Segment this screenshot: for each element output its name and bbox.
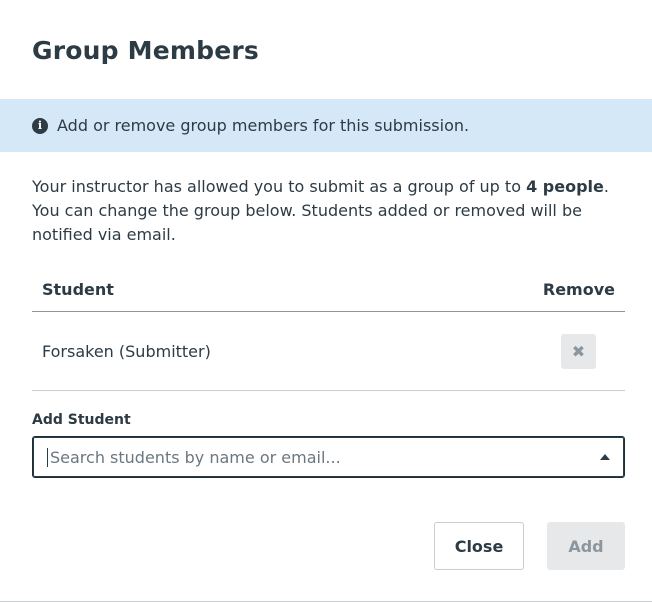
column-header-student: Student (42, 280, 114, 299)
student-search-input[interactable] (47, 447, 567, 467)
remove-student-button[interactable]: ✖ (561, 333, 596, 369)
column-header-remove: Remove (542, 280, 615, 299)
alert-text: Add or remove group members for this sub… (57, 116, 470, 135)
close-icon: ✖ (571, 341, 586, 361)
add-button[interactable]: Add (547, 522, 625, 570)
description-part1: Your instructor has allowed you to submi… (32, 177, 527, 196)
description-text: Your instructor has allowed you to submi… (32, 175, 612, 247)
add-student-combobox[interactable] (32, 436, 625, 478)
members-table-header: Student Remove (32, 276, 625, 312)
info-icon: i (32, 117, 48, 134)
group-members-dialog: Group Members i Add or remove group memb… (0, 0, 652, 602)
group-size-limit: 4 people (526, 177, 604, 196)
dialog-title: Group Members (32, 36, 259, 65)
caret-up-icon[interactable] (600, 454, 610, 460)
add-student-label: Add Student (32, 412, 131, 428)
table-row: Forsaken (Submitter) ✖ (32, 312, 625, 391)
close-button[interactable]: Close (434, 522, 524, 570)
info-alert: i Add or remove group members for this s… (0, 99, 652, 152)
student-name: Forsaken (Submitter) (42, 341, 211, 361)
